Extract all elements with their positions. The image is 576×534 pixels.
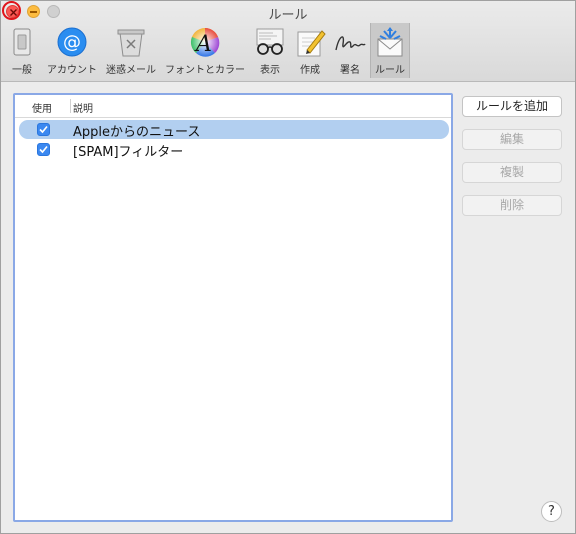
tab-general[interactable]: 一般 [3,23,41,78]
edit-rule-button[interactable]: 編集 [462,129,562,150]
help-button[interactable]: ? [541,501,562,522]
column-header-description[interactable]: 説明 [73,100,93,115]
tab-fonts-colors-label: フォントとカラー [165,65,245,76]
rules-table[interactable]: 使用 説明 Appleからのニュース [SPAM]フィルター [13,93,453,522]
duplicate-rule-button[interactable]: 複製 [462,162,562,183]
rule-enabled-checkbox[interactable] [37,123,50,136]
tab-signatures[interactable]: 署名 [331,23,369,78]
rules-table-header: 使用 説明 [15,95,451,118]
tab-fonts-colors[interactable]: A フォントとカラー [161,23,249,78]
svg-text:A: A [194,32,212,57]
delete-rule-button[interactable]: 削除 [462,195,562,216]
rules-envelope-icon [377,27,403,57]
rule-enabled-checkbox[interactable] [37,143,50,156]
pencil-paper-icon [297,30,326,57]
tab-accounts-label: アカウント [47,65,97,76]
tab-composing[interactable]: 作成 [291,23,329,78]
tab-rules-label: ルール [375,65,405,76]
tab-accounts[interactable]: @ アカウント [43,23,101,78]
tab-junk-label: 迷惑メール [106,65,156,76]
tab-viewing[interactable]: 表示 [251,23,289,78]
tab-general-label: 一般 [12,65,32,76]
at-sign-icon: @ [57,27,87,57]
checkmark-icon [39,125,48,134]
tab-composing-label: 作成 [300,65,320,76]
title-bar: ルール 一般 @ アカウント 迷惑メール A フォントとカラー 表示 作成 署名… [1,1,575,82]
table-row[interactable]: Appleからのニュース [19,120,449,140]
general-switch-icon [13,28,31,56]
rule-description: [SPAM]フィルター [73,145,184,160]
font-color-icon: A [190,28,220,57]
tab-viewing-label: 表示 [260,65,280,76]
junk-trash-icon [117,29,145,57]
tab-rules[interactable]: ルール [370,23,410,78]
rule-description: Appleからのニュース [73,125,201,140]
tab-signatures-label: 署名 [340,65,360,76]
window-title: ルール [268,8,308,23]
table-row[interactable]: [SPAM]フィルター [19,140,449,160]
tab-junk[interactable]: 迷惑メール [103,23,159,78]
preferences-window: ルール 一般 @ アカウント 迷惑メール A フォントとカラー 表示 作成 署名… [0,0,576,534]
checkmark-icon [39,145,48,154]
glasses-icon [256,28,284,55]
signature-icon [335,36,366,51]
column-header-use[interactable]: 使用 [32,100,52,115]
svg-text:@: @ [63,32,81,53]
column-divider [70,99,71,113]
preferences-toolbar: 一般 @ アカウント 迷惑メール A フォントとカラー 表示 作成 署名 ルール [1,23,575,79]
add-rule-button[interactable]: ルールを追加 [462,96,562,117]
